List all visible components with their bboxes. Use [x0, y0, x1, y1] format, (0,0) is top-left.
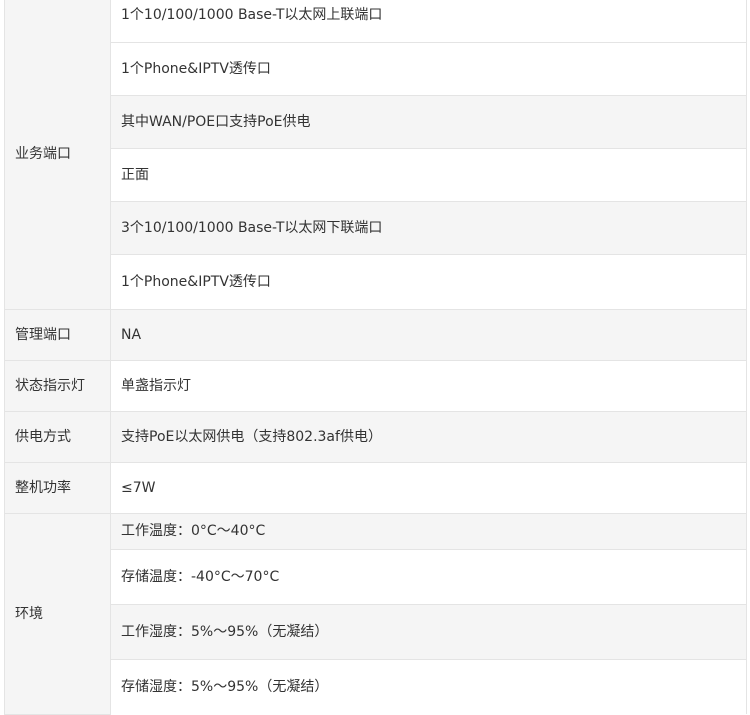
- table-row: 正面: [5, 147, 747, 202]
- row-value: 1个Phone&IPTV透传口: [110, 41, 747, 96]
- row-label-management-port: 管理端口: [4, 308, 111, 361]
- row-value: ≤7W: [110, 461, 747, 514]
- row-value: 存储湿度：5%～95%（无凝结）: [110, 658, 747, 714]
- row-value: 支持PoE以太网供电（支持802.3af供电）: [110, 410, 747, 463]
- row-value: 1个10/100/1000 Base-T以太网上联端口: [110, 0, 747, 43]
- row-value: NA: [110, 308, 747, 361]
- row-value: 存储温度：-40°C～70°C: [110, 548, 747, 605]
- row-label-power-supply: 供电方式: [4, 410, 111, 463]
- table-row: 存储温度：-40°C～70°C: [5, 548, 747, 605]
- row-value: 其中WAN/POE口支持PoE供电: [110, 94, 747, 149]
- row-label-power-consumption: 整机功率: [4, 461, 111, 514]
- row-label-environment: 环境: [4, 512, 111, 715]
- table-row: 1个Phone&IPTV透传口: [5, 41, 747, 96]
- table-row: 存储湿度：5%～95%（无凝结）: [5, 658, 747, 714]
- row-value: 3个10/100/1000 Base-T以太网下联端口: [110, 200, 747, 255]
- row-value: 工作温度：0°C～40°C: [110, 512, 747, 550]
- row-value: 单盏指示灯: [110, 359, 747, 412]
- table-row: 整机功率 ≤7W: [4, 461, 747, 514]
- table-row: 其中WAN/POE口支持PoE供电: [5, 94, 747, 149]
- row-value: 工作湿度：5%～95%（无凝结）: [110, 603, 747, 660]
- table-row: 环境 工作温度：0°C～40°C: [4, 512, 747, 715]
- table-row: 3个10/100/1000 Base-T以太网下联端口: [5, 200, 747, 255]
- spec-table: 业务端口 1个10/100/1000 Base-T以太网上联端口 1个Phone…: [4, 0, 747, 715]
- table-row: 1个Phone&IPTV透传口: [5, 253, 747, 310]
- table-row: 状态指示灯 单盏指示灯: [4, 359, 747, 412]
- row-value: 正面: [110, 147, 747, 202]
- row-label-business-ports: 业务端口: [4, 0, 111, 310]
- table-row: 业务端口 1个10/100/1000 Base-T以太网上联端口: [4, 0, 747, 310]
- table-row: 工作湿度：5%～95%（无凝结）: [5, 603, 747, 660]
- table-row: 供电方式 支持PoE以太网供电（支持802.3af供电）: [4, 410, 747, 463]
- table-row: 管理端口 NA: [4, 308, 747, 361]
- row-value: 1个Phone&IPTV透传口: [110, 253, 747, 310]
- row-label-status-indicator: 状态指示灯: [4, 359, 111, 412]
